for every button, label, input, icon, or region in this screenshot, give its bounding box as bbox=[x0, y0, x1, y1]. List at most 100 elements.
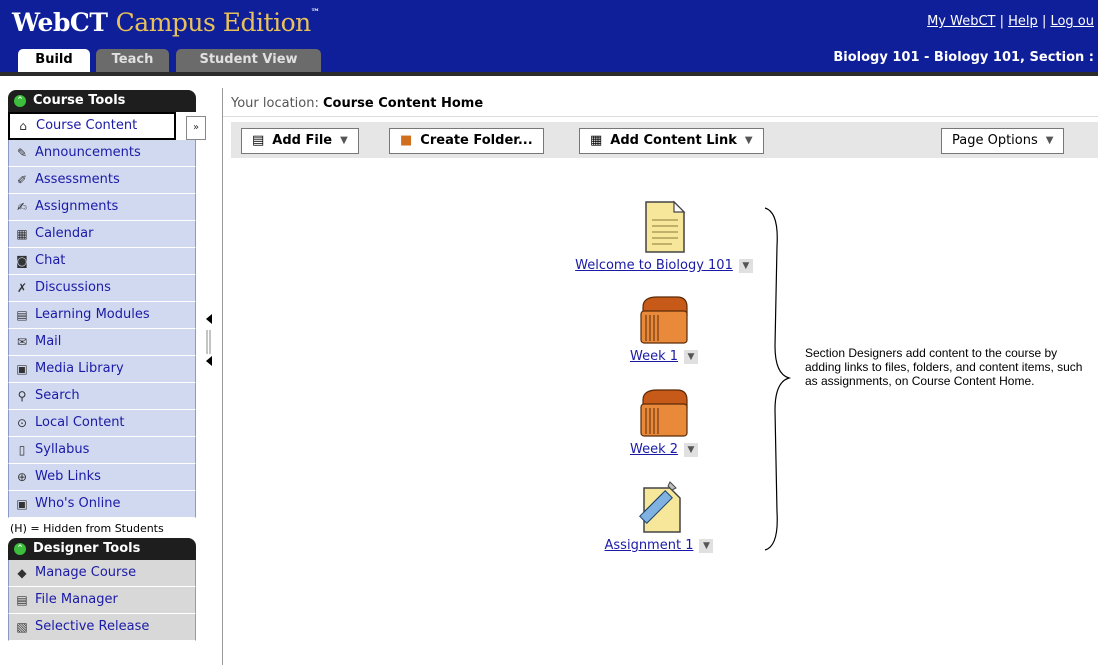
manage-course-icon: ◆ bbox=[17, 566, 27, 580]
sidebar-item-assignments[interactable]: ✍ Assignments bbox=[8, 194, 196, 221]
sidebar-item-who-s-online[interactable]: ▣ Who's Online bbox=[8, 491, 196, 518]
my-webct-link[interactable]: My WebCT bbox=[927, 14, 995, 29]
top-bar: WebCT Campus Edition™ My WebCT | Help | … bbox=[0, 0, 1098, 46]
course-tools-header[interactable]: ⌃ Course Tools bbox=[8, 90, 196, 112]
sidebar-item-discussions[interactable]: ✗ Discussions bbox=[8, 275, 196, 302]
sidebar-item-mail[interactable]: ✉ Mail bbox=[8, 329, 196, 356]
chat-icon: ◙ bbox=[16, 254, 28, 268]
sidebar: ⌃ Course Tools ⌂ Course Content » ✎ Announce… bbox=[8, 90, 206, 641]
sidebar-item-learning-modules[interactable]: ▤ Learning Modules bbox=[8, 302, 196, 329]
sidebar-item-file-manager[interactable]: ▤ File Manager bbox=[8, 587, 196, 614]
dropdown-icon[interactable]: ▼ bbox=[699, 538, 714, 553]
folder-icon[interactable] bbox=[637, 386, 691, 438]
sidebar-item-label: File Manager bbox=[35, 592, 118, 607]
tab-student-view[interactable]: Student View bbox=[176, 49, 321, 72]
sidebar-item-label: Who's Online bbox=[35, 496, 121, 511]
sidebar-item-search[interactable]: ⚲ Search bbox=[8, 383, 196, 410]
dropdown-icon: ▼ bbox=[340, 135, 348, 146]
sidebar-item-calendar[interactable]: ▦ Calendar bbox=[8, 221, 196, 248]
chevron-down-icon[interactable]: » bbox=[186, 116, 206, 140]
collapse-icon[interactable]: ⌃ bbox=[14, 95, 26, 107]
add-content-link-label: Add Content Link bbox=[610, 133, 737, 148]
sidebar-item-chat[interactable]: ◙ Chat bbox=[8, 248, 196, 275]
sidebar-item-media-library[interactable]: ▣ Media Library bbox=[8, 356, 196, 383]
assignment-icon: ✍ bbox=[16, 200, 28, 214]
location-value: Course Content Home bbox=[323, 96, 484, 111]
page-icon[interactable] bbox=[642, 200, 686, 254]
sidebar-item-label: Manage Course bbox=[35, 565, 137, 580]
course-tools-title: Course Tools bbox=[33, 93, 126, 108]
dropdown-icon: ▼ bbox=[744, 135, 753, 146]
sidebar-item-label: Assignments bbox=[35, 199, 119, 214]
toolbar: ▤ Add File ▼ ■ Create Folder... ▦ Add Co… bbox=[231, 122, 1098, 158]
assignment-icon[interactable] bbox=[632, 480, 686, 534]
content-item: Welcome to Biology 101 ▼ bbox=[559, 200, 769, 273]
collapse-icon[interactable]: ⌃ bbox=[14, 543, 26, 555]
sidebar-item-syllabus[interactable]: ▯ Syllabus bbox=[8, 437, 196, 464]
sidebar-item-label: Syllabus bbox=[35, 442, 90, 457]
page-options-label: Page Options bbox=[952, 133, 1038, 148]
dropdown-icon[interactable]: ▼ bbox=[684, 442, 699, 457]
sidebar-item-label: Selective Release bbox=[35, 619, 150, 634]
sidebar-item-label: Announcements bbox=[35, 145, 141, 160]
help-link[interactable]: Help bbox=[1008, 14, 1038, 29]
logo-tm: ™ bbox=[310, 8, 320, 18]
brace-icon bbox=[764, 207, 792, 551]
assessment-icon: ✐ bbox=[16, 173, 28, 187]
sidebar-item-label: Search bbox=[35, 388, 80, 403]
sidebar-item-course-content[interactable]: ⌂ Course Content » bbox=[8, 112, 206, 140]
sidebar-item-label: Discussions bbox=[35, 280, 111, 295]
add-file-label: Add File bbox=[272, 133, 333, 148]
modules-icon: ▤ bbox=[16, 308, 28, 322]
breadcrumb: Your location: Course Content Home bbox=[223, 92, 1098, 117]
sidebar-item-assessments[interactable]: ✐ Assessments bbox=[8, 167, 196, 194]
add-file-button[interactable]: ▤ Add File ▼ bbox=[241, 128, 359, 154]
content-link-welcome[interactable]: Welcome to Biology 101 bbox=[575, 258, 733, 273]
sidebar-item-manage-course[interactable]: ◆ Manage Course bbox=[8, 560, 196, 587]
sidebar-item-label: Learning Modules bbox=[35, 307, 150, 322]
discussion-icon: ✗ bbox=[16, 281, 28, 295]
help-note: Section Designers add content to the cou… bbox=[805, 346, 1083, 388]
mail-icon: ✉ bbox=[16, 335, 28, 349]
search-icon: ⚲ bbox=[17, 389, 27, 403]
tab-teach[interactable]: Teach bbox=[96, 49, 169, 72]
header: WebCT Campus Edition™ My WebCT | Help | … bbox=[0, 0, 1098, 76]
content-link-assignment-1[interactable]: Assignment 1 bbox=[605, 538, 694, 553]
file-manager-icon: ▤ bbox=[16, 593, 28, 607]
separator: | bbox=[999, 14, 1009, 29]
dropdown-icon[interactable]: ▼ bbox=[684, 349, 699, 364]
tab-build[interactable]: Build bbox=[18, 49, 90, 72]
sidebar-item-web-links[interactable]: ⊕ Web Links bbox=[8, 464, 196, 491]
content-link-week-1[interactable]: Week 1 bbox=[630, 349, 678, 364]
create-folder-label: Create Folder... bbox=[420, 133, 533, 148]
dropdown-icon[interactable]: ▼ bbox=[738, 258, 753, 273]
designer-tools-header[interactable]: ⌃ Designer Tools bbox=[8, 538, 196, 560]
megaphone-icon: ✎ bbox=[16, 146, 28, 160]
sidebar-item-announcements[interactable]: ✎ Announcements bbox=[8, 140, 196, 167]
file-icon: ▤ bbox=[252, 133, 265, 148]
sidebar-item-label: Media Library bbox=[35, 361, 124, 376]
designer-tools-title: Designer Tools bbox=[33, 541, 141, 556]
folder-icon[interactable] bbox=[637, 293, 691, 345]
sidebar-item-selective-release[interactable]: ▧ Selective Release bbox=[8, 614, 196, 641]
calendar-icon: ▦ bbox=[16, 227, 28, 241]
sidebar-item-label: Mail bbox=[35, 334, 62, 349]
logout-link[interactable]: Log ou bbox=[1050, 14, 1094, 29]
local-content-icon: ⊙ bbox=[16, 416, 28, 430]
webct-logo: WebCT Campus Edition™ bbox=[12, 8, 320, 37]
content-item: Week 2 ▼ bbox=[599, 386, 729, 457]
media-library-icon: ▣ bbox=[16, 362, 28, 376]
add-content-link-button[interactable]: ▦ Add Content Link ▼ bbox=[579, 128, 764, 154]
home-icon: ⌂ bbox=[19, 119, 27, 133]
sidebar-collapse-handle[interactable] bbox=[204, 310, 214, 370]
page-options-button[interactable]: Page Options ▼ bbox=[941, 128, 1065, 154]
main-content: Your location: Course Content Home ▤ Add… bbox=[222, 88, 1098, 665]
sidebar-item-label: Calendar bbox=[35, 226, 94, 241]
content-link-week-2[interactable]: Week 2 bbox=[630, 442, 678, 457]
sidebar-item-label: Assessments bbox=[35, 172, 120, 187]
content-link-icon: ▦ bbox=[590, 133, 603, 148]
sidebar-item-local-content[interactable]: ⊙ Local Content bbox=[8, 410, 196, 437]
create-folder-button[interactable]: ■ Create Folder... bbox=[389, 128, 544, 154]
content-item: Assignment 1 ▼ bbox=[579, 480, 739, 553]
sidebar-item-label: Web Links bbox=[35, 469, 101, 484]
